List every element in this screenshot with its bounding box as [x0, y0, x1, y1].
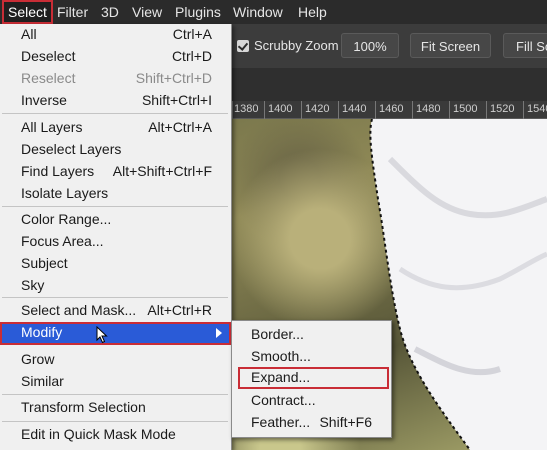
menu-help[interactable]: Help: [298, 0, 327, 24]
modify-submenu: Border... Smooth... Expand... Contract..…: [231, 320, 392, 438]
ruler-tick: 1440: [342, 103, 367, 115]
zoom-100-button[interactable]: 100%: [341, 33, 399, 58]
menu-item-all-layers[interactable]: All Layers Alt+Ctrl+A: [0, 117, 231, 139]
scrubby-zoom-checkbox[interactable]: [237, 40, 249, 52]
menu-item-label: Reselect: [21, 70, 76, 86]
fill-screen-button[interactable]: Fill Sc: [503, 33, 547, 58]
menu-select[interactable]: Select: [2, 0, 53, 24]
menu-view[interactable]: View: [132, 0, 162, 24]
menu-item-similar[interactable]: Similar: [0, 371, 231, 393]
menu-item-label: Select and Mask...: [21, 302, 137, 318]
ruler-tick: 1460: [379, 103, 404, 115]
menu-item-shortcut: Alt+Ctrl+A: [148, 119, 212, 135]
submenu-item-smooth[interactable]: Smooth...: [232, 346, 391, 368]
menu-item-shortcut: Shift+Ctrl+I: [141, 92, 212, 108]
ruler-tick: 1480: [416, 103, 441, 115]
menu-item-label: Deselect: [21, 48, 76, 64]
ruler-tick: 1400: [268, 103, 293, 115]
menu-item-sky[interactable]: Sky: [0, 275, 231, 297]
menu-item-label: Transform Selection: [21, 399, 146, 415]
ruler-tick: 1520: [490, 103, 515, 115]
menu-item-transform-selection[interactable]: Transform Selection: [0, 397, 231, 419]
menu-3d[interactable]: 3D: [101, 0, 119, 24]
menu-item-reselect: Reselect Shift+Ctrl+D: [0, 68, 231, 90]
menu-item-color-range[interactable]: Color Range...: [0, 209, 231, 231]
menu-item-select-and-mask[interactable]: Select and Mask... Alt+Ctrl+R: [0, 300, 231, 322]
menu-item-label: Deselect Layers: [21, 141, 122, 157]
menu-filter[interactable]: Filter: [57, 0, 88, 24]
ruler-tick: 1540: [527, 103, 547, 115]
menu-item-label: Sky: [21, 277, 45, 293]
submenu-item-label: Expand...: [251, 369, 311, 385]
menu-item-shortcut: Alt+Ctrl+R: [147, 302, 212, 318]
ruler-tick: 1380: [234, 103, 259, 115]
menu-window[interactable]: Window: [233, 0, 283, 24]
menu-item-inverse[interactable]: Inverse Shift+Ctrl+I: [0, 90, 231, 112]
menu-separator: [2, 421, 228, 422]
menu-item-label: All: [21, 26, 37, 42]
submenu-item-expand[interactable]: Expand...: [238, 367, 389, 389]
ruler-tick: 1500: [453, 103, 478, 115]
menu-item-focus-area[interactable]: Focus Area...: [0, 231, 231, 253]
menu-item-label: All Layers: [21, 119, 83, 135]
menu-item-shortcut: Ctrl+D: [171, 48, 212, 64]
menu-item-label: Edit in Quick Mask Mode: [21, 426, 176, 442]
menu-item-label: Color Range...: [21, 211, 112, 227]
submenu-arrow-icon: [216, 328, 222, 338]
scrubby-zoom-label: Scrubby Zoom: [254, 38, 339, 53]
menu-item-shortcut: Alt+Shift+Ctrl+F: [112, 163, 212, 179]
submenu-item-label: Border...: [251, 326, 304, 342]
menu-separator: [2, 113, 228, 114]
menu-item-label: Subject: [21, 255, 68, 271]
menu-item-subject[interactable]: Subject: [0, 253, 231, 275]
menu-item-label: Focus Area...: [21, 233, 104, 249]
submenu-item-feather[interactable]: Feather... Shift+F6: [232, 412, 391, 434]
menu-separator: [2, 394, 228, 395]
menu-item-all[interactable]: All Ctrl+A: [0, 24, 231, 46]
menu-item-modify[interactable]: Modify: [0, 322, 231, 345]
submenu-item-label: Contract...: [251, 392, 316, 408]
submenu-item-contract[interactable]: Contract...: [232, 390, 391, 412]
submenu-item-label: Feather...: [251, 414, 311, 430]
menu-item-label: Similar: [21, 373, 64, 389]
menu-item-label: Grow: [21, 351, 55, 367]
menu-item-deselect-layers[interactable]: Deselect Layers: [0, 139, 231, 161]
submenu-item-shortcut: Shift+F6: [319, 414, 372, 430]
mouse-cursor-icon: [96, 326, 108, 344]
fit-screen-button[interactable]: Fit Screen: [410, 33, 491, 58]
ruler-tick: 1420: [305, 103, 330, 115]
menu-item-label: Modify: [21, 324, 63, 340]
menu-plugins[interactable]: Plugins: [175, 0, 221, 24]
menu-separator: [2, 206, 228, 207]
submenu-item-border[interactable]: Border...: [232, 324, 391, 346]
menu-separator: [2, 297, 228, 298]
menu-item-label: Isolate Layers: [21, 185, 109, 201]
menu-item-shortcut: Shift+Ctrl+D: [135, 70, 212, 86]
menu-item-isolate-layers[interactable]: Isolate Layers: [0, 183, 231, 205]
select-menu-dropdown: All Ctrl+A Deselect Ctrl+D Reselect Shif…: [0, 24, 232, 450]
menu-item-edit-quick-mask[interactable]: Edit in Quick Mask Mode: [0, 424, 231, 446]
menu-item-deselect[interactable]: Deselect Ctrl+D: [0, 46, 231, 68]
menu-item-label: Find Layers: [21, 163, 95, 179]
submenu-item-label: Smooth...: [251, 348, 311, 364]
menu-item-label: Inverse: [21, 92, 67, 108]
menu-item-grow[interactable]: Grow: [0, 349, 231, 371]
menu-bar: Select Filter 3D View Plugins Window Hel…: [0, 0, 547, 24]
menu-item-shortcut: Ctrl+A: [172, 26, 212, 42]
menu-item-find-layers[interactable]: Find Layers Alt+Shift+Ctrl+F: [0, 161, 231, 183]
